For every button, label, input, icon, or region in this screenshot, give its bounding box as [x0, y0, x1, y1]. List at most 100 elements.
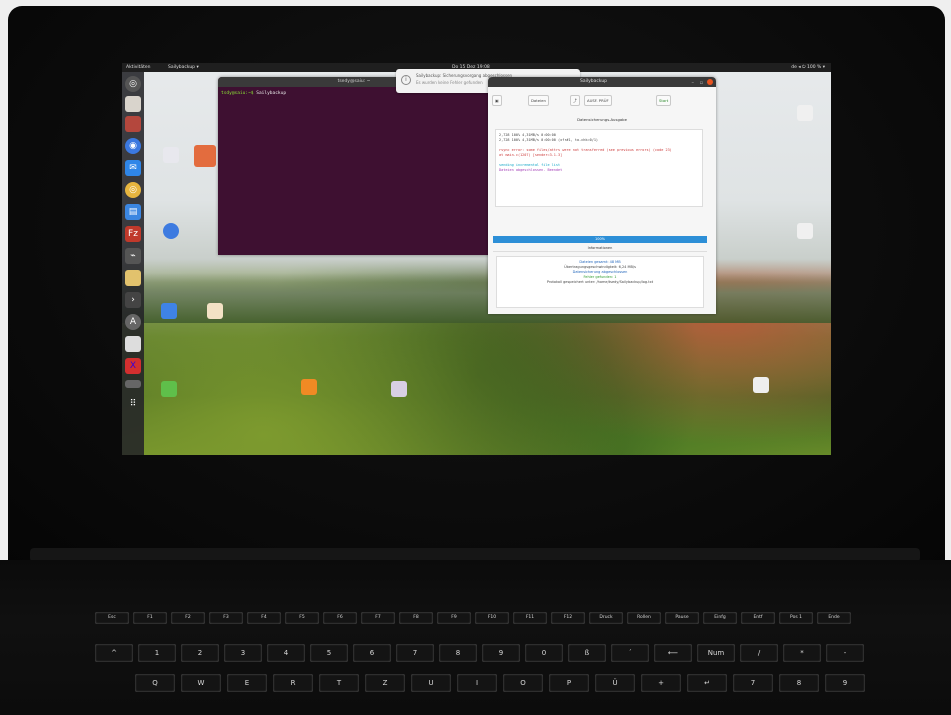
- software-icon[interactable]: A: [125, 314, 141, 330]
- keyboard-key[interactable]: 6: [353, 644, 391, 662]
- keyboard-key[interactable]: O: [503, 674, 543, 692]
- archive-icon[interactable]: [125, 336, 141, 352]
- keyboard-key[interactable]: 0: [525, 644, 563, 662]
- keyboard-key[interactable]: P: [549, 674, 589, 692]
- info-panel: Dateien gesamt: 48 MB Übertragungsgeschw…: [496, 256, 704, 308]
- backup-tool-window[interactable]: Sailybackup – ▫ ▣ Dateien ⤴ AUSF. PRÜF S…: [488, 77, 716, 314]
- show-apps-icon[interactable]: ⠿: [125, 396, 141, 412]
- keyboard-key[interactable]: *: [783, 644, 821, 662]
- keyboard-key[interactable]: 9: [825, 674, 865, 692]
- terminal-prompt[interactable]: tsdy@saiu:~$ Sailybackup: [221, 91, 286, 96]
- keyboard-key[interactable]: F11: [513, 612, 547, 624]
- tool-titlebar[interactable]: Sailybackup – ▫: [488, 77, 716, 87]
- keyboard-key[interactable]: F5: [285, 612, 319, 624]
- app-menu[interactable]: Sailybackup ▾: [168, 63, 199, 72]
- wallpaper-treeline: [122, 273, 831, 323]
- app-icon: [194, 145, 216, 167]
- filezilla-icon[interactable]: Fz: [125, 226, 141, 242]
- keyboard-key[interactable]: F10: [475, 612, 509, 624]
- desktop-icon[interactable]: [792, 223, 818, 239]
- desktop-icon[interactable]: [192, 145, 218, 167]
- browser-icon[interactable]: ◉: [125, 138, 141, 154]
- keyboard-key[interactable]: ⟵: [654, 644, 692, 662]
- terminal-window[interactable]: tsedy@saiu: ~ tsdy@saiu:~$ Sailybackup: [218, 77, 490, 255]
- keyboard-key[interactable]: F6: [323, 612, 357, 624]
- keyboard-key[interactable]: Pause: [665, 612, 699, 624]
- keyboard-key[interactable]: F12: [551, 612, 585, 624]
- keyboard-key[interactable]: ´: [611, 644, 649, 662]
- tool-title: Sailybackup: [580, 79, 608, 84]
- files-icon[interactable]: [125, 96, 141, 112]
- toolbar-button[interactable]: ⤴: [570, 95, 580, 106]
- check-button[interactable]: AUSF. PRÜF: [584, 95, 612, 106]
- keyboard-key[interactable]: F3: [209, 612, 243, 624]
- desktop-icon[interactable]: [792, 105, 818, 121]
- keyboard-key[interactable]: Q: [135, 674, 175, 692]
- terminal-icon[interactable]: ⌁: [125, 248, 141, 264]
- desktop-icon[interactable]: [156, 303, 182, 319]
- keyboard-key[interactable]: +: [641, 674, 681, 692]
- keyboard-key[interactable]: Entf: [741, 612, 775, 624]
- desktop-icon[interactable]: [156, 381, 182, 397]
- keyboard-key[interactable]: 7: [733, 674, 773, 692]
- keyboard-key[interactable]: Ü: [595, 674, 635, 692]
- keyboard-key[interactable]: 8: [779, 674, 819, 692]
- keyboard-key[interactable]: F9: [437, 612, 471, 624]
- keyboard-key[interactable]: F4: [247, 612, 281, 624]
- keyboard-key[interactable]: ↵: [687, 674, 727, 692]
- keyboard-key[interactable]: ^: [95, 644, 133, 662]
- keyboard-key[interactable]: 4: [267, 644, 305, 662]
- close-icon[interactable]: [707, 79, 713, 85]
- terminal-icon[interactable]: ›: [125, 292, 141, 308]
- keyboard-key[interactable]: Pos 1: [779, 612, 813, 624]
- keyboard-key[interactable]: ß: [568, 644, 606, 662]
- keyboard-key[interactable]: Einfg: [703, 612, 737, 624]
- keyboard-key[interactable]: F7: [361, 612, 395, 624]
- drive-icon[interactable]: [125, 380, 141, 388]
- keyboard-key[interactable]: Druck: [589, 612, 623, 624]
- keyboard-key[interactable]: F8: [399, 612, 433, 624]
- app-icon[interactable]: [125, 116, 141, 132]
- keyboard-key[interactable]: 9: [482, 644, 520, 662]
- keyboard-key[interactable]: I: [457, 674, 497, 692]
- keyboard-key[interactable]: W: [181, 674, 221, 692]
- toolbar-button[interactable]: ▣: [492, 95, 502, 106]
- keyboard-key[interactable]: U: [411, 674, 451, 692]
- keyboard-key[interactable]: Num: [697, 644, 735, 662]
- system-tray[interactable]: de ◂ ⏻ 100 % ▾: [791, 63, 825, 72]
- keyboard-key[interactable]: 3: [224, 644, 262, 662]
- x-app-icon[interactable]: X: [125, 358, 141, 374]
- desktop-icon[interactable]: [202, 303, 228, 319]
- keyboard-key[interactable]: /: [740, 644, 778, 662]
- desktop-icon[interactable]: [158, 223, 184, 239]
- desktop-icon[interactable]: [386, 381, 412, 397]
- toolbar-button[interactable]: Dateien: [528, 95, 549, 106]
- app-icon: [391, 381, 407, 397]
- rhythmbox-icon[interactable]: ◎: [125, 182, 141, 198]
- keyboard-key[interactable]: -: [826, 644, 864, 662]
- shortcut-icon: [163, 147, 179, 163]
- keyboard-key[interactable]: Ende: [817, 612, 851, 624]
- desktop-icon[interactable]: [296, 379, 322, 395]
- keyboard-key[interactable]: F2: [171, 612, 205, 624]
- document-icon[interactable]: ▤: [125, 204, 141, 220]
- keyboard-key[interactable]: 2: [181, 644, 219, 662]
- keyboard-key[interactable]: Rollen: [627, 612, 661, 624]
- desktop-icon[interactable]: [748, 377, 774, 393]
- keyboard-key[interactable]: E: [227, 674, 267, 692]
- thunderbird-icon[interactable]: ✉: [125, 160, 141, 176]
- folder-icon[interactable]: [125, 270, 141, 286]
- start-button[interactable]: Start: [656, 95, 672, 106]
- keyboard-key[interactable]: F1: [133, 612, 167, 624]
- keyboard-key[interactable]: T: [319, 674, 359, 692]
- keyboard-key[interactable]: 7: [396, 644, 434, 662]
- keyboard-key[interactable]: R: [273, 674, 313, 692]
- keyboard-key[interactable]: Esc: [95, 612, 129, 624]
- keyboard-key[interactable]: Z: [365, 674, 405, 692]
- keyboard-key[interactable]: 8: [439, 644, 477, 662]
- desktop-icon[interactable]: [158, 147, 184, 163]
- activities-button[interactable]: Aktivitäten: [126, 63, 151, 72]
- keyboard-key[interactable]: 1: [138, 644, 176, 662]
- keyboard-key[interactable]: 5: [310, 644, 348, 662]
- ubuntu-logo-icon[interactable]: ◎: [125, 76, 141, 92]
